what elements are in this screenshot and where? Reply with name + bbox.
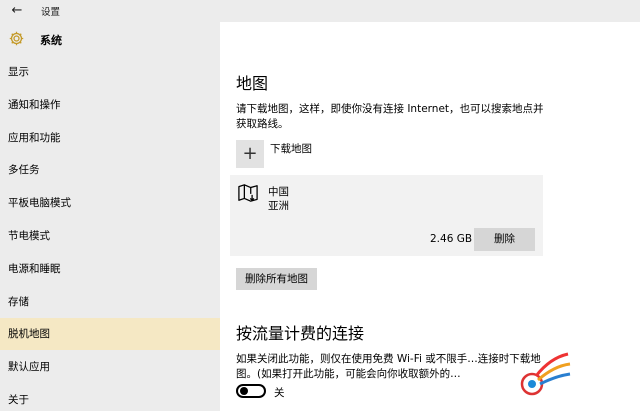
sidebar-item-battery-saver[interactable]: 节电模式 (0, 220, 220, 252)
sidebar-item-display[interactable]: 显示 (0, 56, 220, 88)
sidebar-item-apps[interactable]: 应用和功能 (0, 122, 220, 154)
sidebar-item-default-apps[interactable]: 默认应用 (0, 351, 220, 383)
map-card[interactable]: 中国 亚洲 2.46 GB 删除 (230, 175, 543, 256)
metered-description: 如果关闭此功能，则仅在使用免费 Wi-Fi 或不限手…连接时下载地图。(如果打开… (236, 353, 541, 380)
maps-heading: 地图 (236, 74, 269, 93)
delete-all-maps-button[interactable]: 删除所有地图 (236, 268, 317, 290)
maps-description: 请下载地图，这样，即使你没有连接 Internet，也可以搜索地点并获取路线。 (236, 103, 544, 130)
sidebar-item-tablet-mode[interactable]: 平板电脑模式 (0, 187, 220, 219)
delete-map-button[interactable]: 删除 (474, 228, 535, 251)
sidebar-item-multitasking[interactable]: 多任务 (0, 154, 220, 186)
sidebar-item-power-sleep[interactable]: 电源和睡眠 (0, 253, 220, 285)
sidebar: 系统 显示 通知和操作 应用和功能 多任务 平板电脑模式 节电模式 电源和睡眠 … (0, 22, 220, 411)
toggle-state-label: 关 (274, 387, 285, 399)
toggle-knob (240, 387, 248, 395)
sidebar-item-offline-maps[interactable]: 脱机地图 (0, 318, 220, 350)
sidebar-item-storage[interactable]: 存储 (0, 286, 220, 318)
map-name: 中国 (268, 186, 289, 198)
download-maps-button[interactable]: + (236, 140, 264, 168)
gear-icon (9, 31, 24, 46)
back-arrow-icon[interactable]: ← (8, 2, 26, 20)
watermark-logo (520, 352, 571, 396)
metered-heading: 按流量计费的连接 (236, 324, 365, 343)
title-bar: ← 设置 (0, 0, 640, 22)
window-title: 设置 (41, 7, 61, 18)
map-region: 亚洲 (268, 200, 289, 212)
main-content: 地图 请下载地图，这样，即使你没有连接 Internet，也可以搜索地点并获取路… (220, 22, 640, 411)
download-maps-label[interactable]: 下载地图 (270, 141, 312, 156)
sidebar-title: 系统 (40, 34, 62, 47)
sidebar-item-about[interactable]: 关于 (0, 384, 220, 411)
metered-toggle[interactable] (236, 384, 266, 398)
plus-icon: + (242, 143, 258, 164)
sidebar-item-notifications[interactable]: 通知和操作 (0, 89, 220, 121)
map-size: 2.46 GB (430, 233, 473, 245)
map-icon (238, 184, 258, 202)
sidebar-header: 系统 (0, 22, 220, 56)
